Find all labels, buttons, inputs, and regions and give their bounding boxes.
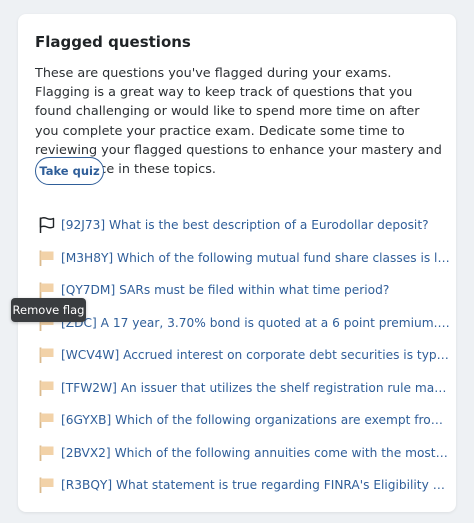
question-link[interactable]: [WCV4W] Accrued interest on corporate de… [61,348,450,362]
card-title: Flagged questions [35,33,191,51]
question-link[interactable]: [R3BQY] What statement is true regarding… [61,478,450,492]
question-link[interactable]: [6GYXB] Which of the following organizat… [61,413,450,427]
take-quiz-button[interactable]: Take quiz [35,157,104,185]
question-link[interactable]: [92J73] What is the best description of … [61,218,429,232]
filled-flag-icon[interactable] [38,346,56,364]
list-item[interactable]: [M3H8Y] Which of the following mutual fu… [38,242,450,275]
list-item[interactable]: [TFW2W] An issuer that utilizes the shel… [38,372,450,405]
question-link[interactable]: [M3H8Y] Which of the following mutual fu… [61,251,450,265]
filled-flag-icon[interactable] [38,476,56,494]
filled-flag-icon[interactable] [38,281,56,299]
outline-flag-icon[interactable] [38,216,56,234]
flagged-question-list: [92J73] What is the best description of … [38,209,450,502]
filled-flag-icon[interactable] [38,411,56,429]
remove-flag-tooltip: Remove flag [11,298,86,322]
list-item[interactable]: [QY7DM] SARs must be filed within what t… [38,274,450,307]
flagged-questions-card: Flagged questions These are questions yo… [18,14,456,512]
list-item[interactable]: [R3BQY] What statement is true regarding… [38,469,450,502]
list-item[interactable]: [6GYXB] Which of the following organizat… [38,404,450,437]
filled-flag-icon[interactable] [38,249,56,267]
list-item[interactable]: [2BVX2] Which of the following annuities… [38,437,450,470]
question-link[interactable]: [2BVX2] Which of the following annuities… [61,446,450,460]
list-item[interactable]: [WCV4W] Accrued interest on corporate de… [38,339,450,372]
list-item[interactable]: [92J73] What is the best description of … [38,209,450,242]
question-link[interactable]: [ZDC] A 17 year, 3.70% bond is quoted at… [61,316,450,330]
filled-flag-icon[interactable] [38,444,56,462]
list-item[interactable]: [ZDC] A 17 year, 3.70% bond is quoted at… [38,307,450,340]
filled-flag-icon[interactable] [38,379,56,397]
question-link[interactable]: [QY7DM] SARs must be filed within what t… [61,283,389,297]
question-link[interactable]: [TFW2W] An issuer that utilizes the shel… [61,381,450,395]
